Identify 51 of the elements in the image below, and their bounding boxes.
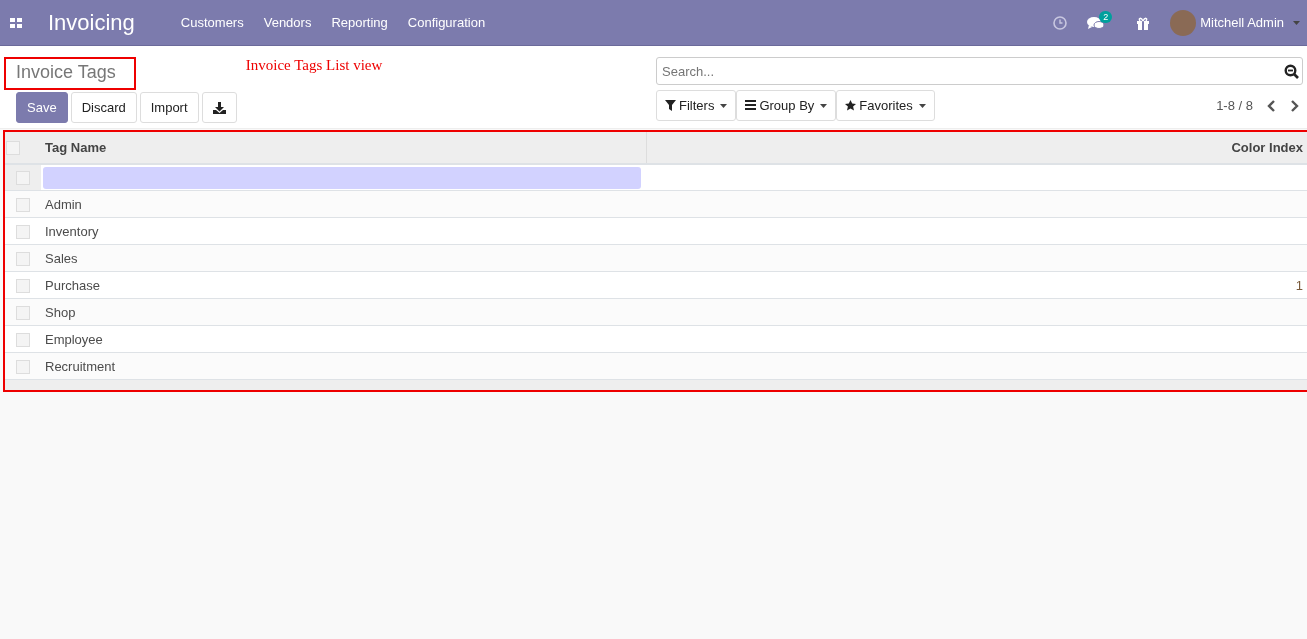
star-icon[interactable]	[845, 100, 857, 111]
user-menu[interactable]: Mitchell Admin	[1200, 15, 1284, 30]
import-button[interactable]: Import	[139, 92, 199, 123]
group-by-button[interactable]: Group By	[736, 90, 837, 121]
avatar	[1170, 9, 1197, 36]
column-header[interactable]: Color Index	[646, 132, 1307, 164]
table-cell: Shop	[45, 304, 76, 320]
row-checkbox[interactable]	[16, 224, 30, 239]
download-button[interactable]	[201, 92, 237, 123]
clock-icon[interactable]	[1053, 15, 1068, 30]
table-cell: Admin	[45, 196, 82, 212]
message-count-badge: 2	[1099, 10, 1113, 23]
list-icon[interactable]	[745, 100, 757, 111]
breadcrumb-title: Invoice Tags	[16, 62, 116, 82]
save-button[interactable]: Save	[16, 92, 68, 123]
discard-button[interactable]: Discard	[70, 92, 137, 123]
column-header[interactable]: Tag Name	[41, 132, 647, 164]
row-checkbox[interactable]	[16, 197, 30, 212]
app-title[interactable]: Invoicing	[48, 9, 135, 36]
gift-icon[interactable]	[1136, 15, 1151, 30]
chevron-right-icon[interactable]	[1290, 99, 1299, 112]
pager-value: 1-8 / 8	[1216, 98, 1253, 113]
tag-name-input[interactable]	[43, 166, 641, 189]
caret-icon[interactable]	[720, 103, 728, 108]
menu-item[interactable]: Customers	[180, 15, 244, 30]
menu-item[interactable]: Vendors	[263, 15, 312, 30]
caret-icon[interactable]	[918, 103, 926, 108]
row-checkbox[interactable]	[16, 278, 30, 293]
apps-grid-icon[interactable]	[10, 17, 22, 28]
search-field[interactable]: Search...	[656, 57, 1303, 85]
menu-item[interactable]: Reporting	[331, 15, 388, 30]
row-checkbox[interactable]	[16, 332, 30, 347]
caret-icon[interactable]	[820, 103, 828, 108]
download-icon[interactable]	[212, 101, 226, 114]
row-checkbox[interactable]	[16, 305, 30, 320]
select-all-checkbox[interactable]	[6, 141, 20, 156]
table-cell: Purchase	[45, 277, 100, 293]
row-checkbox[interactable]	[16, 359, 30, 374]
table-cell: 1	[1295, 277, 1303, 293]
favorites-button[interactable]: Favorites	[836, 90, 935, 121]
chevron-left-icon[interactable]	[1267, 99, 1276, 112]
row-checkbox[interactable]	[16, 251, 30, 266]
annotation-label: Invoice Tags List view	[245, 57, 383, 74]
table-cell: Employee	[45, 331, 103, 347]
table-cell: Sales	[45, 250, 78, 266]
search-icon[interactable]	[1284, 64, 1299, 79]
table-cell: Recruitment	[45, 358, 116, 374]
funnel-icon[interactable]	[665, 100, 676, 111]
menu-item[interactable]: Configuration	[407, 15, 486, 30]
table-cell: Inventory	[45, 223, 99, 239]
filters-button[interactable]: Filters	[656, 90, 737, 121]
